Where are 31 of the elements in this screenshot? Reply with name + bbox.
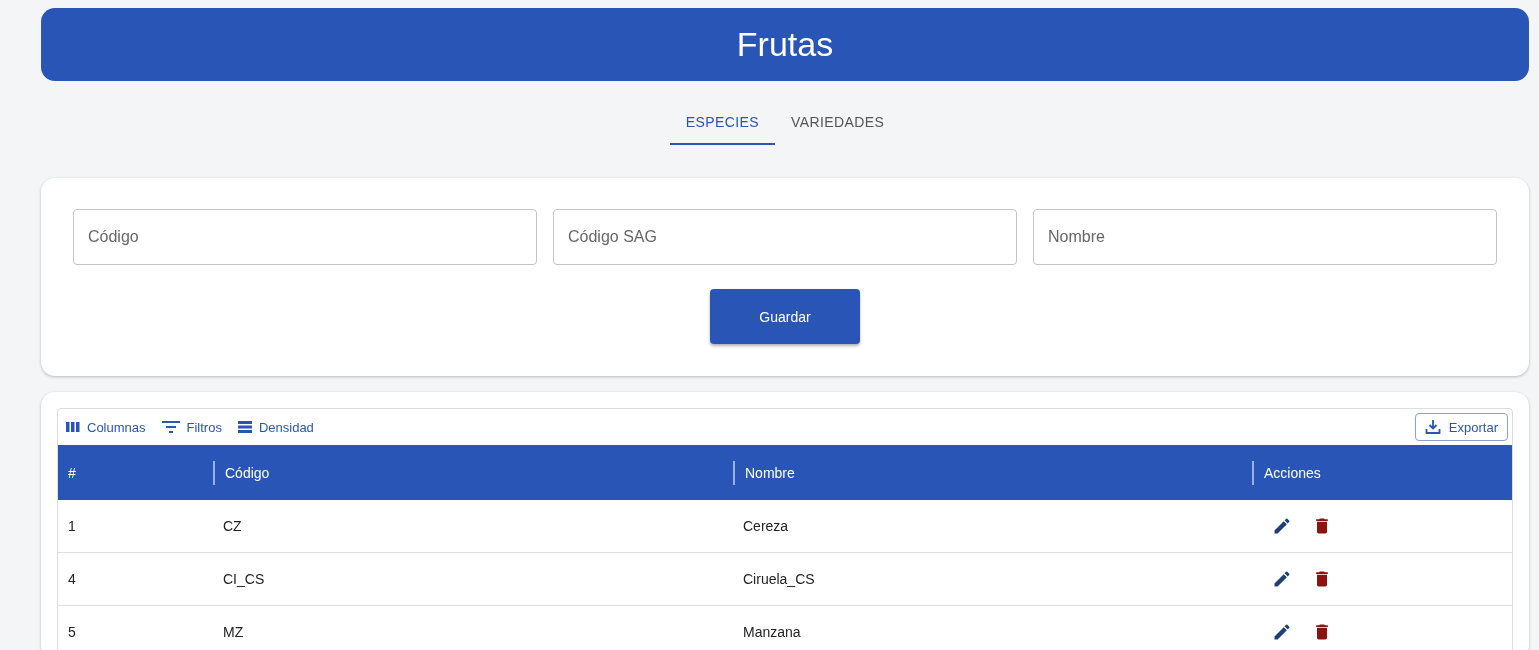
- columns-icon: [66, 421, 80, 433]
- export-button[interactable]: Exportar: [1414, 413, 1508, 441]
- toolbar-button[interactable]: Columnas: [62, 415, 150, 439]
- table-cell-text: Cereza: [742, 518, 790, 534]
- edit-icon[interactable]: [1272, 569, 1292, 589]
- toolbar-button[interactable]: Densidad: [233, 415, 318, 439]
- table-cell-text: 4: [67, 571, 77, 587]
- table-cell-text: CI_CS: [222, 571, 266, 587]
- table-cell-text: 1: [67, 518, 77, 534]
- filter-icon: [161, 420, 180, 434]
- page-title: Frutas: [736, 25, 834, 64]
- column-header[interactable]: Código: [213, 460, 733, 485]
- save-button[interactable]: Guardar: [710, 289, 860, 344]
- table-cell-text: Ciruela_CS: [742, 571, 816, 587]
- edit-icon[interactable]: [1272, 622, 1292, 642]
- edit-icon[interactable]: [1272, 516, 1292, 536]
- column-header[interactable]: #: [58, 460, 213, 485]
- column-header[interactable]: Nombre: [733, 460, 1252, 485]
- table-cell-text: MZ: [222, 624, 245, 640]
- download-icon: [1424, 419, 1441, 435]
- table-cell-text: CZ: [222, 518, 243, 534]
- column-header[interactable]: Acciones: [1252, 460, 1512, 485]
- tab[interactable]: VARIEDADES: [775, 100, 901, 145]
- density-icon: [237, 421, 252, 433]
- input-field[interactable]: Nombre: [1033, 209, 1497, 265]
- tab[interactable]: ESPECIES: [669, 100, 775, 145]
- table-cell-text: 5: [67, 624, 77, 640]
- toolbar-button[interactable]: Filtros: [157, 415, 226, 439]
- table-cell-text: Manzana: [742, 624, 802, 640]
- input-field[interactable]: Código: [73, 209, 537, 265]
- input-field[interactable]: Código SAG: [553, 209, 1017, 265]
